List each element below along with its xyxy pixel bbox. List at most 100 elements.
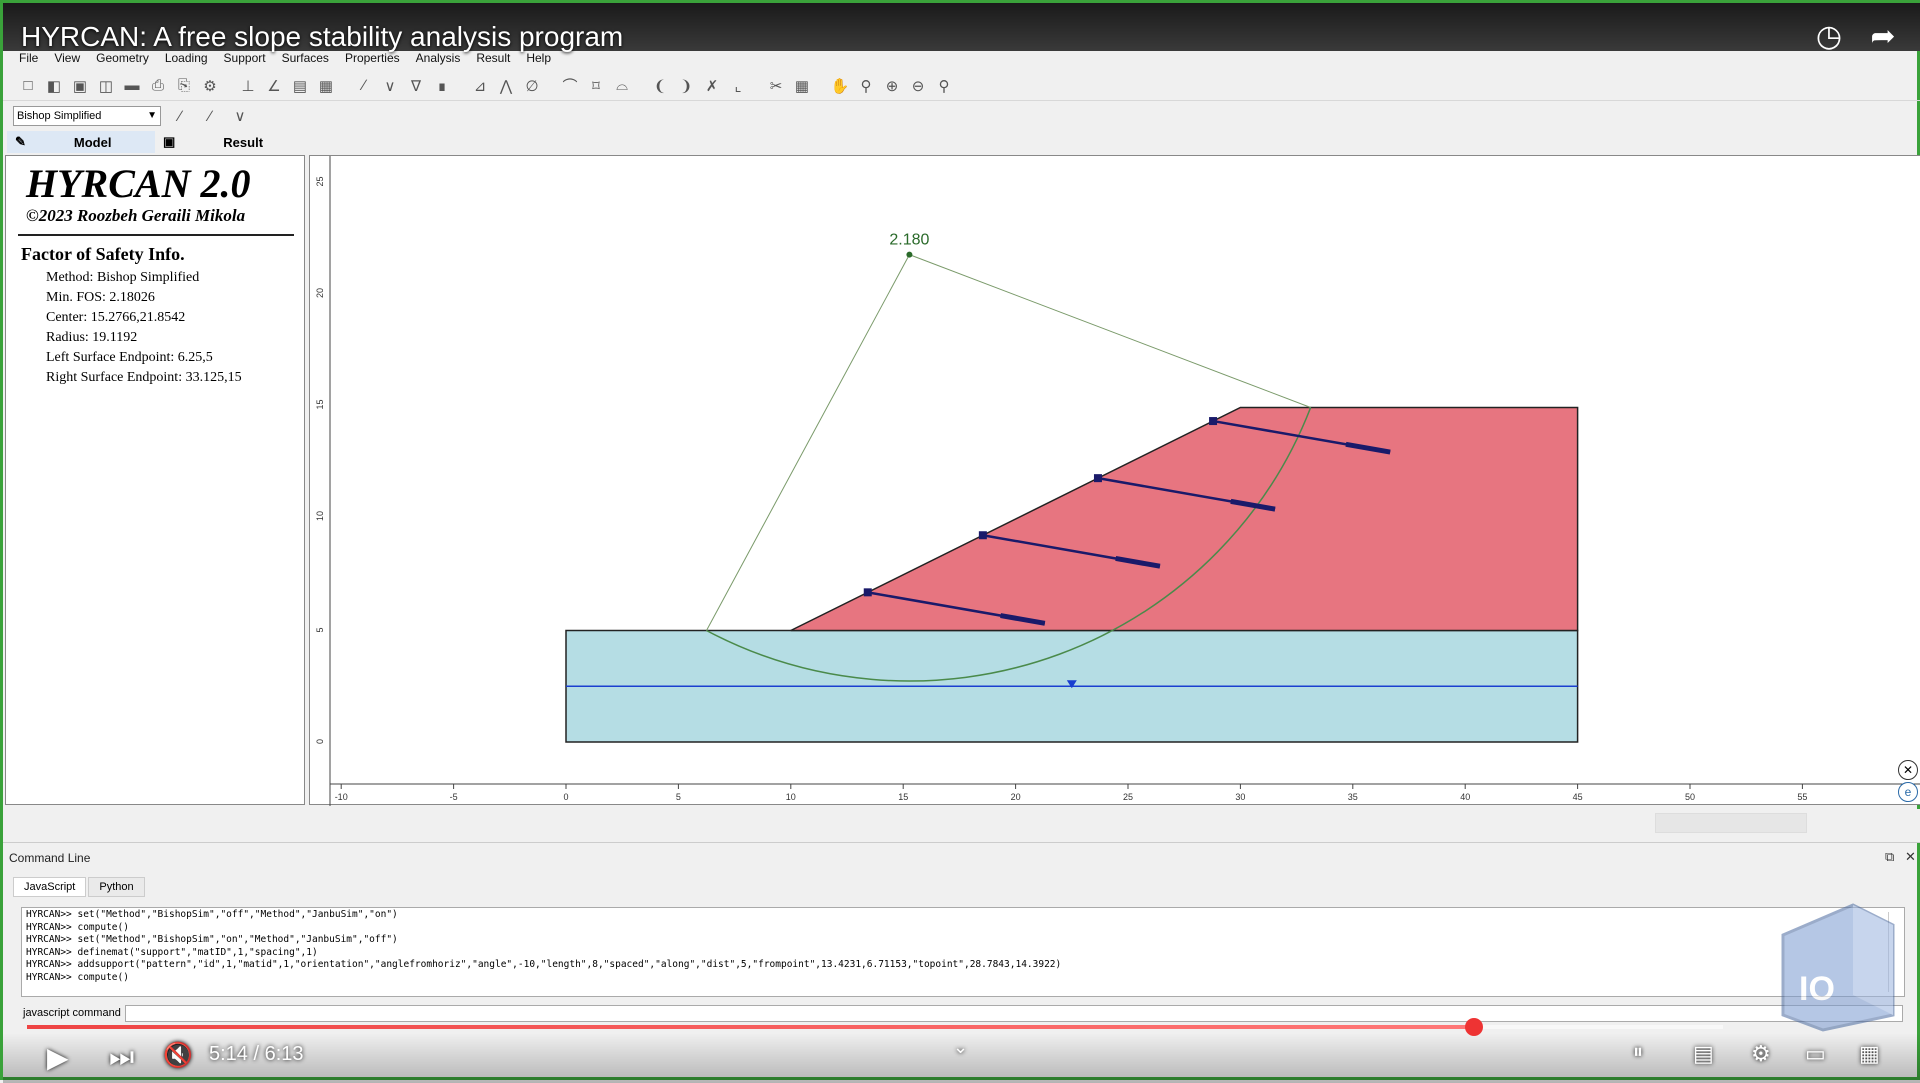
tab-model[interactable]: ✎ Model [7,131,155,153]
menu-analysis[interactable]: Analysis [408,49,469,67]
interpret-icon[interactable]: ∕ [199,105,221,127]
console-line: HYRCAN>> compute() [26,921,129,933]
y-tick-label: 0 [315,739,325,744]
menu-loading[interactable]: Loading [157,49,216,67]
fullscreen-exit-icon[interactable]: ▦ [1859,1041,1880,1067]
radius-line-right [909,254,1311,408]
console-line: HYRCAN>> compute() [26,971,129,983]
menu-properties[interactable]: Properties [337,49,408,67]
video-title-bar: HYRCAN: A free slope stability analysis … [3,3,1920,53]
pattern-support-icon[interactable]: ⋀ [495,75,517,97]
close-icon[interactable]: ✕ [1905,849,1916,865]
menu-file[interactable]: File [11,49,46,67]
mute-icon[interactable]: 🔇 [163,1041,193,1070]
delete-support-icon[interactable]: ∅ [521,75,543,97]
zoom-icon[interactable]: ⚲ [855,75,877,97]
autoplay-toggle[interactable]: ⏸ [1633,1041,1643,1064]
info-overlay-icon[interactable]: e [1898,782,1918,802]
boundary-icon[interactable]: ⊥ [237,75,259,97]
channel-watermark-logo[interactable]: IO [1763,885,1913,1035]
settings-gear-icon[interactable]: ⚙ [1751,1041,1771,1067]
command-language-tabs: JavaScript Python [13,877,145,897]
view-tabs: ✎ Model ▣ Result [7,131,303,153]
zoom-extents-icon[interactable]: ⚲ [933,75,955,97]
move-vertex-icon[interactable]: ❩ [675,75,697,97]
subtitles-icon[interactable]: ▤ [1693,1041,1714,1067]
menu-view[interactable]: View [46,49,88,67]
line-load-icon[interactable]: ∕ [353,75,375,97]
menu-surfaces[interactable]: Surfaces [274,49,337,67]
zoom-in-icon[interactable]: ⊕ [881,75,903,97]
chevron-down-icon[interactable]: ⌄ [953,1037,968,1058]
point-load-icon[interactable]: ∨ [379,75,401,97]
menu-help[interactable]: Help [518,49,559,67]
add-support-icon[interactable]: ⊿ [469,75,491,97]
calculator-icon[interactable]: ▦ [791,75,813,97]
export-icon[interactable]: ◫ [95,75,117,97]
progress-scrubber[interactable] [1464,1018,1483,1036]
grid-search-icon[interactable]: ⌑ [585,75,607,97]
tab-result-label: Result [223,134,264,150]
app-window: HYRCAN: A free slope stability analysis … [0,0,1920,1083]
x-tick-label: 50 [1685,792,1695,802]
distributed-load-icon[interactable]: ∇ [405,75,427,97]
model-canvas[interactable]: 0 5 10 15 20 25 -10 -5 0 5 10 15 20 25 30 35 40 45 50 55 2… [309,155,1920,806]
close-overlay-icon[interactable]: ✕ [1898,760,1918,780]
analysis-toolbar: Bishop Simplified ▼ ∕ ∕ ∨ [3,103,1920,129]
menu-result[interactable]: Result [468,49,518,67]
polyline-icon[interactable]: ∠ [263,75,285,97]
method-select-value: Bishop Simplified [17,110,102,122]
support-head [1093,474,1102,483]
command-console[interactable]: HYRCAN>> set("Method","BishopSim","off",… [21,907,1905,997]
seismic-icon[interactable]: ∎ [431,75,453,97]
js-command-input[interactable] [125,1005,1903,1022]
y-tick-label: 10 [315,511,325,521]
image-icon[interactable]: ▬ [121,75,143,97]
console-line: HYRCAN>> addsupport("pattern","id",1,"ma… [26,959,1062,970]
run-icon[interactable]: ∨ [229,105,251,127]
fos-radius: Radius: 19.1192 [46,330,138,345]
compute-icon[interactable]: ∕ [169,105,191,127]
copyright: ©2023 Roozbeh Geraili Mikola [26,206,246,225]
fos-heading: Factor of Safety Info. [21,244,185,264]
open-file-icon[interactable]: ◧ [43,75,65,97]
tab-result[interactable]: ▣ Result [155,131,303,153]
method-select[interactable]: Bishop Simplified ▼ [13,106,161,126]
zoom-out-icon[interactable]: ⊖ [907,75,929,97]
play-icon[interactable]: ▶ [47,1041,69,1074]
slope-limits-icon[interactable]: ⌓ [611,75,633,97]
material-boundary-icon[interactable]: ▤ [289,75,311,97]
x-tick-label: 5 [676,792,681,802]
tab-javascript[interactable]: JavaScript [13,877,87,897]
x-tick-label: -10 [335,792,348,802]
slip-surface-icon[interactable]: ⌒ [559,75,581,97]
monitor-icon: ▣ [163,134,176,149]
y-tick-label: 15 [315,399,325,409]
miniplayer-icon[interactable]: ▭ [1805,1041,1826,1067]
water-table-icon[interactable]: ▦ [315,75,337,97]
stairs-icon[interactable]: ⌞ [727,75,749,97]
print-icon[interactable]: ⎙ [147,75,169,97]
menu-support[interactable]: Support [216,49,274,67]
next-icon[interactable]: ⏭ [109,1041,134,1074]
edit-icon: ✎ [15,134,26,149]
js-command-label: javascript command [23,1007,121,1019]
y-ticks: 0 5 10 15 20 25 [315,176,325,744]
save-icon[interactable]: ▣ [69,75,91,97]
restore-icon[interactable]: ⧉ [1885,849,1894,865]
scissors-icon[interactable]: ✂ [765,75,787,97]
edit-vertex-icon[interactable]: ❨ [649,75,671,97]
fos-info-list: Method: Bishop Simplified Min. FOS: 2.18… [46,268,242,388]
delete-vertex-icon[interactable]: ✗ [701,75,723,97]
tab-python[interactable]: Python [88,877,145,897]
radius-line-left [706,254,910,631]
new-file-icon[interactable]: □ [17,75,39,97]
status-bar [3,809,1920,843]
settings-icon[interactable]: ⚙ [199,75,221,97]
menu-geometry[interactable]: Geometry [88,49,157,67]
x-ticks: -10 -5 0 5 10 15 20 25 30 35 40 45 50 55 [335,784,1807,802]
pan-icon[interactable]: ✋ [829,75,851,97]
fos-right-endpoint: Right Surface Endpoint: 33.125,15 [46,370,242,385]
print-preview-icon[interactable]: ⎘ [173,75,195,97]
console-line: HYRCAN>> set("Method","BishopSim","on","… [26,934,398,945]
